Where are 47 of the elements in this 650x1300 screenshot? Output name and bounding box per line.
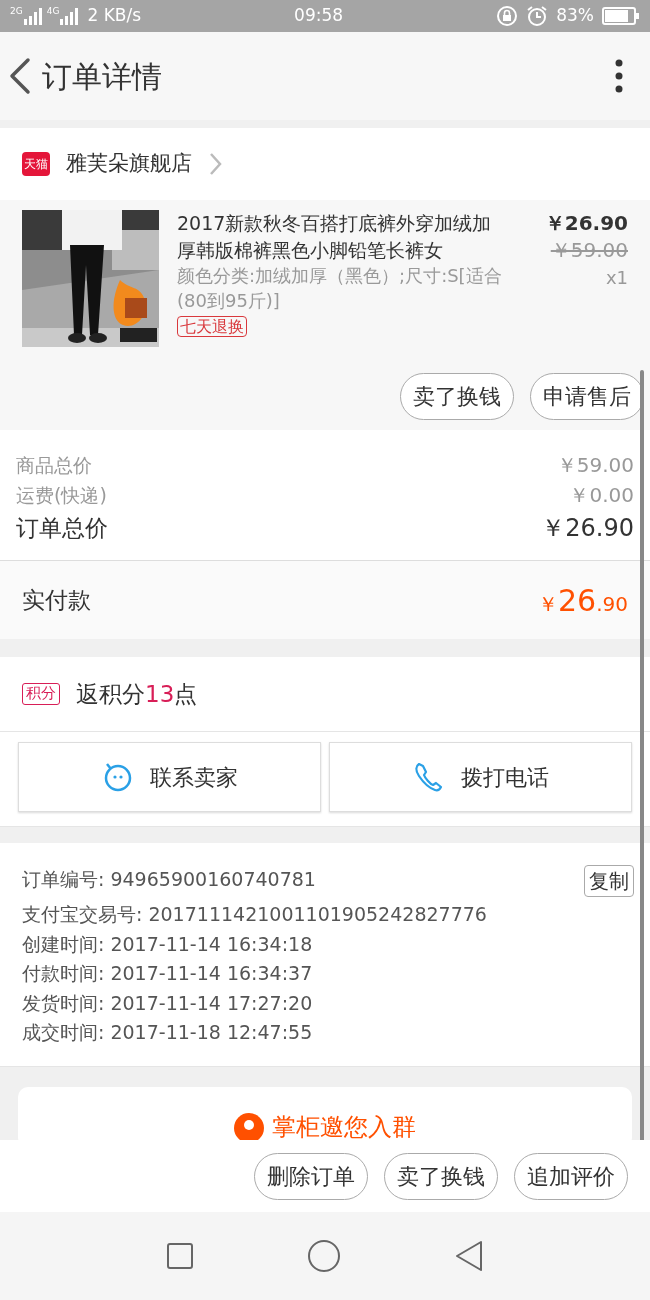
action-button[interactable]: 追加评价 [514, 1152, 628, 1200]
signal-icon [59, 7, 80, 25]
phone-icon [412, 761, 445, 793]
network-type-label: 2G [10, 7, 23, 16]
shop-name-link[interactable]: 雅芙朵旗舰店 [66, 148, 192, 180]
network-type-label: 4G [46, 7, 60, 16]
return-policy-tag: 七天退换 [177, 315, 247, 337]
order-info-line: 发货时间: 2017-11-14 17:27:20 [22, 990, 314, 1016]
product-title[interactable]: 2017新款秋冬百搭打底裤外穿加绒加厚韩版棉裤黑色小脚铅笔长裤女 [177, 210, 502, 264]
price-value: ￥0.00 [569, 482, 634, 509]
store-badge: 天猫 [22, 152, 50, 176]
product-sku: 颜色分类:加绒加厚（黑色）;尺寸:S[适合(80到95斤)] [177, 264, 502, 314]
price-label: 运费(快递) [16, 482, 107, 508]
points-text: 返积分13点 [76, 679, 198, 709]
rotation-lock-icon [496, 5, 519, 27]
paid-amount: ￥26.90 [538, 581, 628, 620]
signal-icon [22, 7, 43, 25]
alarm-icon [526, 5, 549, 27]
action-button[interactable]: 卖了换钱 [384, 1152, 498, 1200]
battery-icon [602, 7, 640, 25]
order-info-line: 成交时间: 2017-11-18 12:47:55 [22, 1020, 314, 1046]
original-price: ￥59.00 [550, 237, 628, 264]
copy-button[interactable]: 复制 [584, 865, 634, 897]
points-badge: 积分 [22, 683, 60, 705]
price-value: ￥59.00 [556, 452, 634, 479]
home-icon[interactable] [307, 1239, 341, 1273]
order-info-line: 支付宝交易号: 2017111421001101905242827776 [22, 902, 488, 928]
order-info-line: 订单编号: 94965900160740781 [22, 867, 317, 892]
quantity: x1 [605, 266, 628, 290]
group-invite-text: 掌柜邀您入群 [272, 1112, 416, 1140]
paid-label: 实付款 [22, 585, 91, 615]
order-info-line: 创建时间: 2017-11-14 16:34:18 [22, 931, 314, 957]
clock-time: 09:58 [294, 5, 344, 26]
price-label: 订单总价 [16, 513, 108, 543]
network-speed: 2 KB/s [87, 4, 142, 28]
back-nav-icon[interactable] [453, 1240, 484, 1272]
contact-button[interactable]: 联系卖家 [18, 742, 321, 812]
order-info-line: 付款时间: 2017-11-14 16:34:37 [22, 961, 314, 987]
action-button[interactable]: 卖了换钱 [400, 373, 514, 420]
price-value: ￥26.90 [541, 513, 634, 544]
contact-button[interactable]: 拨打电话 [329, 742, 632, 812]
price-label: 商品总价 [16, 452, 92, 478]
battery-percent: 83% [556, 4, 594, 28]
action-button[interactable]: 删除订单 [254, 1152, 368, 1200]
page-title: 订单详情 [42, 57, 163, 96]
recent-apps-icon[interactable] [166, 1242, 195, 1270]
product-price: ￥26.90 [544, 210, 628, 236]
